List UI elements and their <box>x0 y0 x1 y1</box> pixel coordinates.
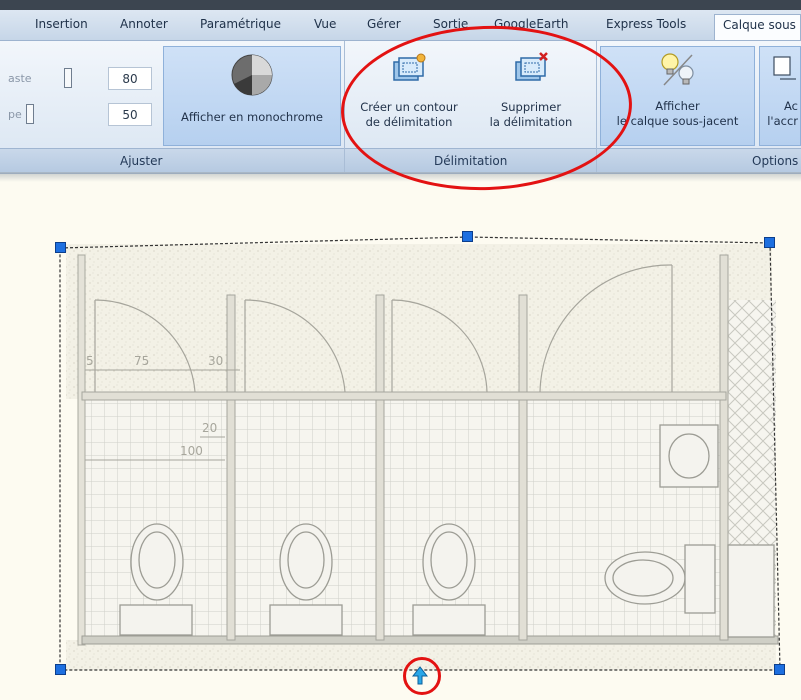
clip-grip-top-right[interactable] <box>764 237 775 248</box>
snap-underlay-button[interactable]: Ac l'accr <box>759 46 801 146</box>
snap-icon <box>773 56 796 80</box>
contrast-label: aste <box>8 72 32 85</box>
monochrome-label: Afficher en monochrome <box>180 110 324 124</box>
fade-value[interactable]: 50 <box>108 103 152 126</box>
fade-slider[interactable] <box>26 104 34 124</box>
snap-underlay-line2: l'accr <box>767 114 798 128</box>
monochrome-icon <box>231 54 273 96</box>
group-label-options: Options <box>752 154 799 168</box>
red-annotation-circle <box>403 657 441 695</box>
tab-gerer[interactable]: Gérer <box>367 17 401 31</box>
clip-grip-top-mid[interactable] <box>462 231 473 242</box>
clip-grip-bottom-right[interactable] <box>774 664 785 675</box>
contrast-value[interactable]: 80 <box>108 67 152 90</box>
tab-vue[interactable]: Vue <box>314 17 336 31</box>
tab-calque-sous-jacent[interactable]: Calque sous <box>714 14 801 40</box>
monochrome-button[interactable]: Afficher en monochrome <box>163 46 341 146</box>
tab-express-tools[interactable]: Express Tools <box>606 17 686 31</box>
dim-30: 30 <box>208 354 223 368</box>
ribbon-tabs: Insertion Annoter Paramétrique Vue Gérer… <box>0 10 801 41</box>
contrast-slider[interactable] <box>64 68 72 88</box>
tab-parametrique[interactable]: Paramétrique <box>200 17 281 31</box>
tab-annoter[interactable]: Annoter <box>120 17 168 31</box>
corridor-floor <box>66 244 772 399</box>
dim-5: 5 <box>86 354 94 368</box>
dim-100: 100 <box>180 444 203 458</box>
clip-grip-top-left[interactable] <box>55 242 66 253</box>
lightbulb-icon <box>660 53 694 86</box>
title-bar <box>0 0 801 10</box>
group-label-ajuster: Ajuster <box>120 154 163 168</box>
tab-insertion[interactable]: Insertion <box>35 17 88 31</box>
clip-grip-bottom-left[interactable] <box>55 664 66 675</box>
snap-underlay-line1: Ac <box>784 99 798 113</box>
drawing-canvas: 5 75 30 20 100 <box>59 236 781 685</box>
dim-20: 20 <box>202 421 217 435</box>
fade-label: pe <box>8 108 22 121</box>
dim-75: 75 <box>134 354 149 368</box>
